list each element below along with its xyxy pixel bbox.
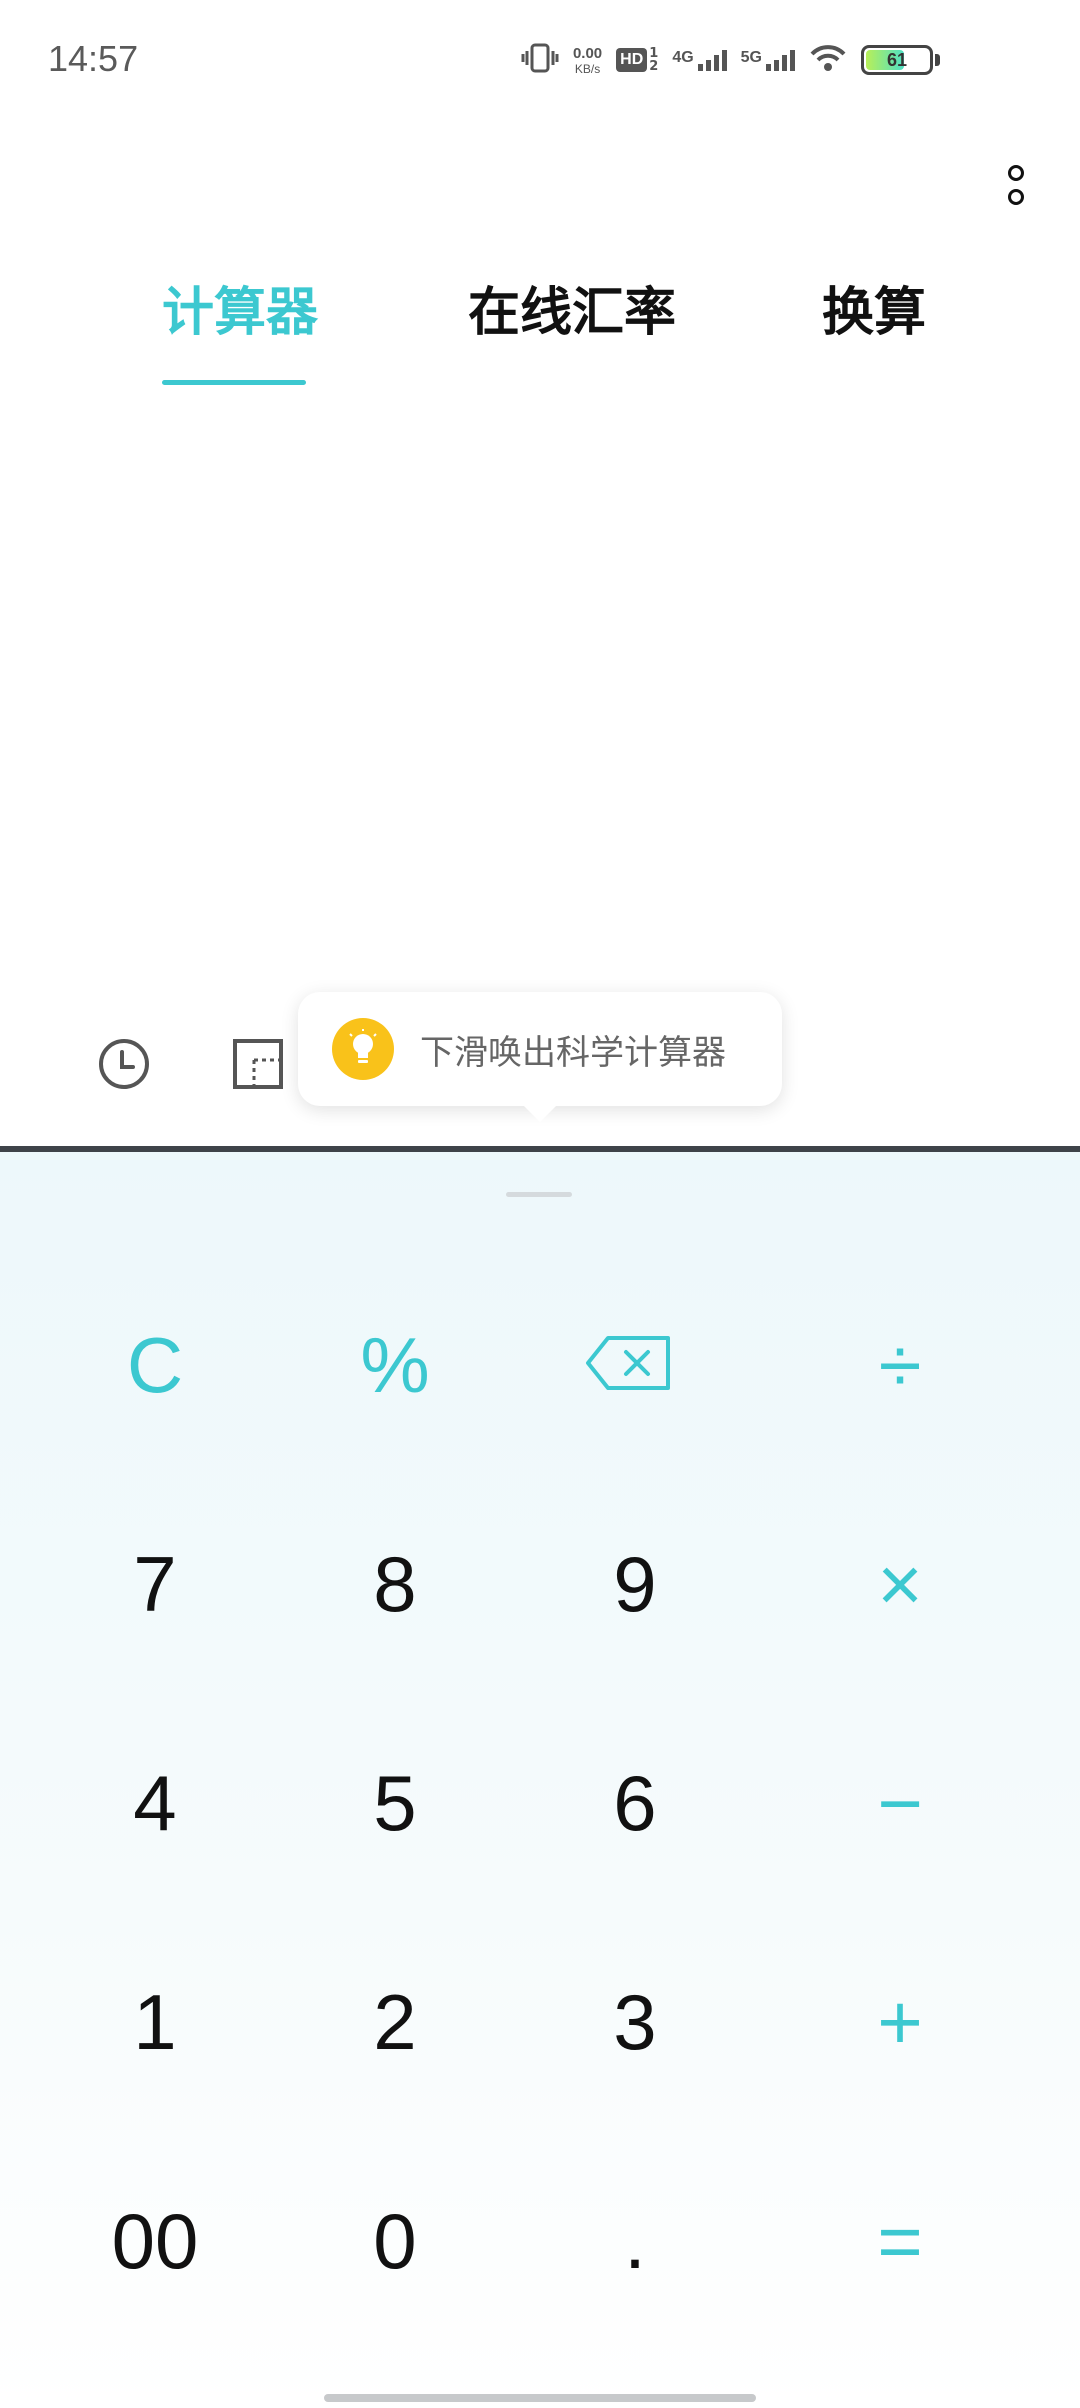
digit-5-label: 5 <box>373 1759 417 1847</box>
drag-handle[interactable] <box>506 1192 572 1197</box>
backspace-icon <box>584 1320 672 1411</box>
divide-button[interactable]: ÷ <box>800 1295 1000 1435</box>
keypad: C % ÷ 7 8 9 × 4 5 6 − 1 2 3 + 00 0 . = <box>0 1152 1080 2408</box>
percent-button[interactable]: % <box>295 1295 495 1435</box>
battery-tip <box>935 54 940 66</box>
backspace-button[interactable] <box>528 1295 728 1435</box>
equals-button[interactable]: = <box>800 2171 1000 2311</box>
lightbulb-icon <box>332 1018 394 1080</box>
status-icons: 0.00 KB/s HD 1 2 4G 5G 61 <box>521 40 940 80</box>
digit-8-label: 8 <box>373 1540 417 1628</box>
multiply-label: × <box>877 1540 923 1628</box>
digit-6-label: 6 <box>613 1759 657 1847</box>
signal-5g-label: 5G <box>740 49 762 66</box>
hd-voice-icon: HD 1 2 <box>616 47 658 73</box>
digit-1-button[interactable]: 1 <box>55 1952 255 2092</box>
home-indicator[interactable] <box>324 2394 756 2402</box>
vibrate-icon <box>521 43 559 77</box>
hd-label: HD <box>616 48 648 72</box>
more-dot-icon <box>1008 165 1024 181</box>
wifi-icon <box>809 43 847 77</box>
sim-bottom: 2 <box>649 59 659 74</box>
scientific-hint-tooltip: 下滑唤出科学计算器 <box>298 992 782 1122</box>
digit-5-button[interactable]: 5 <box>295 1733 495 1873</box>
status-bar: 14:57 0.00 KB/s HD 1 2 4G 5G 61 <box>0 0 1080 120</box>
digit-7-button[interactable]: 7 <box>55 1514 255 1654</box>
digit-0-label: 0 <box>373 2197 417 2285</box>
double-zero-button[interactable]: 00 <box>55 2171 255 2311</box>
digit-9-label: 9 <box>613 1540 657 1628</box>
percent-label: % <box>360 1321 430 1409</box>
divide-label: ÷ <box>878 1321 922 1409</box>
calculator-screen: 14:57 0.00 KB/s HD 1 2 4G 5G 61 计算器 在线汇率… <box>0 0 1080 2408</box>
digit-6-button[interactable]: 6 <box>535 1733 735 1873</box>
net-speed: 0.00 KB/s <box>573 46 602 75</box>
history-icon[interactable] <box>98 1038 150 1090</box>
tab-bar: 计算器 在线汇率 换算 <box>0 270 1080 390</box>
battery-icon: 61 <box>861 45 933 75</box>
add-button[interactable]: + <box>800 1952 1000 2092</box>
digit-2-button[interactable]: 2 <box>295 1952 495 2092</box>
tab-calculator[interactable]: 计算器 <box>162 270 318 345</box>
signal-5g-icon: 5G <box>741 49 795 71</box>
digit-2-label: 2 <box>373 1978 417 2066</box>
digit-4-button[interactable]: 4 <box>55 1733 255 1873</box>
subtract-label: − <box>877 1759 923 1847</box>
double-zero-label: 00 <box>111 2197 199 2285</box>
multiply-button[interactable]: × <box>800 1514 1000 1654</box>
tab-conversion[interactable]: 换算 <box>822 270 926 345</box>
decimal-point-label: . <box>624 2197 646 2285</box>
digit-0-button[interactable]: 0 <box>295 2171 495 2311</box>
status-time: 14:57 <box>48 38 139 79</box>
add-label: + <box>877 1978 923 2066</box>
digit-7-label: 7 <box>133 1540 177 1628</box>
net-speed-unit: KB/s <box>574 61 601 76</box>
digit-8-button[interactable]: 8 <box>295 1514 495 1654</box>
tooltip-text: 下滑唤出科学计算器 <box>420 1032 726 1073</box>
signal-4g-icon: 4G <box>672 49 727 71</box>
clear-button[interactable]: C <box>55 1295 255 1435</box>
digit-1-label: 1 <box>133 1978 177 2066</box>
digit-3-button[interactable]: 3 <box>535 1952 735 2092</box>
digit-3-label: 3 <box>613 1978 657 2066</box>
digit-9-button[interactable]: 9 <box>535 1514 735 1654</box>
tab-indicator <box>162 380 306 385</box>
scientific-layout-icon[interactable] <box>232 1038 284 1090</box>
digit-4-label: 4 <box>133 1759 177 1847</box>
equals-label: = <box>877 2197 923 2285</box>
clear-label: C <box>126 1321 184 1409</box>
net-speed-value: 0.00 <box>572 44 603 62</box>
signal-4g-label: 4G <box>672 49 694 66</box>
subtract-button[interactable]: − <box>800 1733 1000 1873</box>
decimal-point-button[interactable]: . <box>535 2171 735 2311</box>
more-dot-icon <box>1008 189 1024 205</box>
more-options-button[interactable] <box>988 150 1044 220</box>
tab-exchange-rate[interactable]: 在线汇率 <box>468 270 676 345</box>
battery-level: 61 <box>886 49 908 70</box>
